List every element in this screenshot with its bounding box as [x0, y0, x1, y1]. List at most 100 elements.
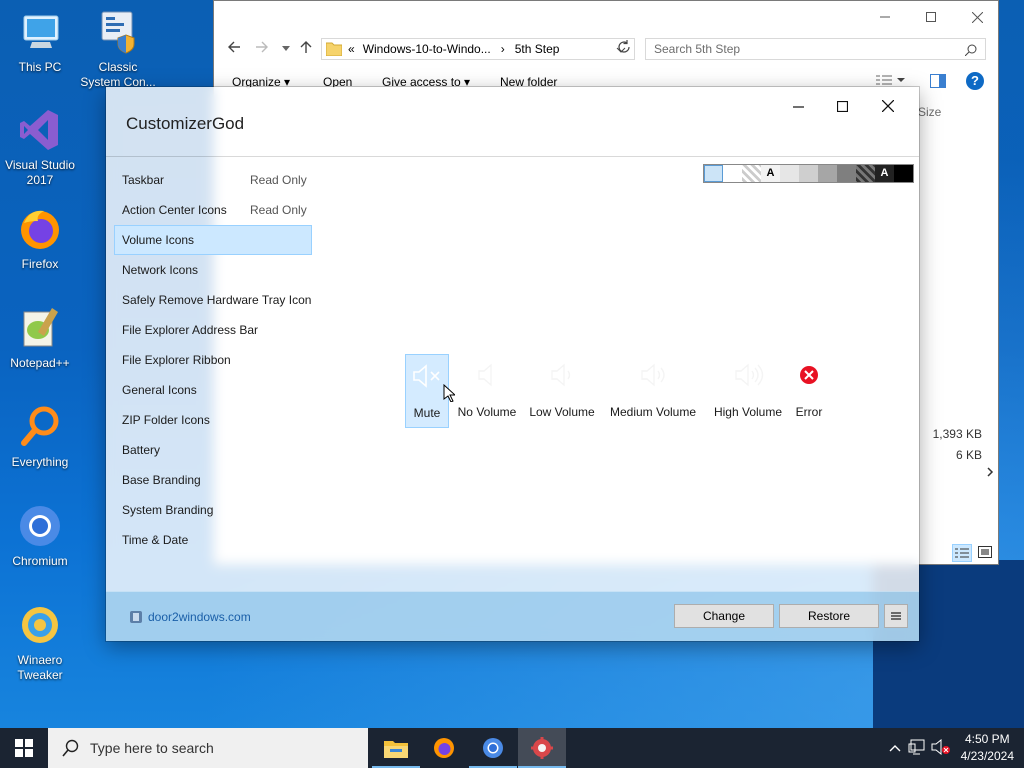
- category-general-icons[interactable]: General Icons: [114, 375, 312, 405]
- back-button[interactable]: [224, 40, 244, 60]
- background-color-picker: A A: [703, 164, 914, 183]
- category-time-date[interactable]: Time & Date: [114, 525, 312, 555]
- taskbar-customizergod[interactable]: [518, 728, 566, 768]
- chevron-right-icon: [987, 467, 994, 477]
- details-view-toggle[interactable]: [952, 544, 972, 562]
- desktop-icon-notepad-plus-plus[interactable]: Notepad++: [0, 304, 80, 371]
- category-network-icons[interactable]: Network Icons: [114, 255, 312, 285]
- error-icon: [800, 366, 818, 384]
- breadcrumb-segment[interactable]: 5th Step: [515, 42, 560, 56]
- volume-icon-error[interactable]: Error: [791, 354, 827, 428]
- maximize-icon: [836, 100, 848, 112]
- category-label: Taskbar: [122, 173, 165, 187]
- arrow-right-icon: [256, 41, 268, 53]
- category-label: ZIP Folder Icons: [122, 413, 210, 427]
- windows-logo-icon: [15, 739, 33, 757]
- desktop-icon-label: Classic System Con...: [80, 60, 156, 89]
- large-icons-view-toggle[interactable]: [976, 544, 996, 562]
- website-link[interactable]: door2windows.com: [128, 609, 251, 625]
- column-header-size[interactable]: Size: [918, 105, 941, 119]
- search-icon: [965, 44, 977, 56]
- desktop-icon-label: Everything: [11, 455, 69, 469]
- menu-button[interactable]: [884, 604, 908, 628]
- up-button[interactable]: [296, 40, 316, 60]
- taskbar-search-box[interactable]: Type here to search: [48, 728, 368, 768]
- breadcrumb-segment[interactable]: Windows-10-to-Windo...: [363, 42, 491, 56]
- taskbar-chromium[interactable]: [469, 728, 517, 768]
- category-file-explorer-address-bar[interactable]: File Explorer Address Bar: [114, 315, 312, 345]
- address-bar[interactable]: « Windows-10-to-Windo... › 5th Step: [321, 38, 635, 60]
- recent-locations-button[interactable]: [276, 40, 296, 60]
- mouse-cursor-icon: [443, 383, 457, 405]
- category-system-branding[interactable]: System Branding: [114, 495, 312, 525]
- category-taskbar[interactable]: Taskbar Read Only: [114, 165, 312, 195]
- explorer-titlebar[interactable]: [214, 1, 998, 33]
- category-base-branding[interactable]: Base Branding: [114, 465, 312, 495]
- volume-icon-label: Mute: [413, 406, 441, 420]
- desktop-icon-label: Winaero Tweaker: [17, 653, 63, 682]
- desktop-icon-winaero-tweaker[interactable]: Winaero Tweaker: [0, 601, 80, 683]
- volume-tray-button[interactable]: [930, 738, 952, 758]
- speaker-medium-icon: [641, 363, 665, 387]
- taskbar-firefox[interactable]: [420, 728, 468, 768]
- network-tray-button[interactable]: [904, 739, 930, 758]
- clock-date: 4/23/2024: [960, 749, 1014, 763]
- scroll-right-button[interactable]: [986, 467, 998, 481]
- explorer-search-input[interactable]: Search 5th Step: [645, 38, 986, 60]
- desktop-icon-classic-system-control[interactable]: Classic System Con...: [78, 8, 158, 90]
- swatch-white[interactable]: [723, 165, 742, 182]
- help-icon[interactable]: ?: [966, 72, 984, 90]
- breadcrumb-overflow[interactable]: «: [348, 42, 355, 56]
- minimize-icon: [880, 16, 890, 18]
- close-button[interactable]: [865, 91, 911, 121]
- desktop-icon-firefox[interactable]: Firefox: [0, 205, 80, 272]
- customizergod-window[interactable]: CustomizerGod Taskbar Read Only Action C…: [106, 87, 919, 641]
- category-label: Base Branding: [122, 473, 201, 487]
- computer-icon: [16, 8, 64, 56]
- door2windows-logo-icon: [130, 611, 142, 623]
- swatch-light-blue[interactable]: [704, 165, 723, 182]
- swatch-gray-1[interactable]: [780, 165, 799, 182]
- close-button[interactable]: [954, 1, 1000, 33]
- preview-pane-button[interactable]: [930, 74, 946, 91]
- restore-button[interactable]: Restore: [779, 604, 879, 628]
- breadcrumb-separator[interactable]: ›: [501, 42, 505, 56]
- swatch-gray-2[interactable]: [799, 165, 818, 182]
- show-hidden-icons-button[interactable]: [886, 741, 904, 755]
- desktop-icon-visual-studio[interactable]: Visual Studio 2017: [0, 106, 80, 188]
- clock[interactable]: 4:50 PM 4/23/2024: [961, 731, 1014, 765]
- category-file-explorer-ribbon[interactable]: File Explorer Ribbon: [114, 345, 312, 375]
- swatch-transparent[interactable]: [742, 165, 761, 182]
- arrow-left-icon: [228, 41, 240, 53]
- desktop-icon-everything[interactable]: Everything: [0, 403, 80, 470]
- category-zip-folder-icons[interactable]: ZIP Folder Icons: [114, 405, 312, 435]
- start-button[interactable]: [0, 728, 48, 768]
- refresh-button[interactable]: [617, 40, 633, 58]
- volume-icon-high-volume[interactable]: High Volume: [707, 354, 789, 428]
- volume-icon-low-volume[interactable]: Low Volume: [527, 354, 597, 428]
- category-volume-icons[interactable]: Volume Icons: [114, 225, 312, 255]
- swatch-black[interactable]: [894, 165, 913, 182]
- swatch-dark-text[interactable]: A: [875, 165, 894, 182]
- maximize-button[interactable]: [908, 1, 954, 33]
- swatch-dark-transparent[interactable]: [856, 165, 875, 182]
- desktop-icon-chromium[interactable]: Chromium: [0, 502, 80, 569]
- minimize-button[interactable]: [862, 1, 908, 33]
- category-battery[interactable]: Battery: [114, 435, 312, 465]
- chevron-up-icon: [889, 745, 901, 752]
- change-button[interactable]: Change: [674, 604, 774, 628]
- category-safely-remove-hardware[interactable]: Safely Remove Hardware Tray Icon: [114, 285, 312, 315]
- maximize-button[interactable]: [819, 91, 865, 121]
- volume-icon-no-volume[interactable]: No Volume: [454, 354, 520, 428]
- category-action-center-icons[interactable]: Action Center Icons Read Only: [114, 195, 312, 225]
- swatch-light-text[interactable]: A: [761, 165, 780, 182]
- system-tray: [886, 728, 952, 768]
- volume-icon-medium-volume[interactable]: Medium Volume: [606, 354, 700, 428]
- swatch-gray-4[interactable]: [837, 165, 856, 182]
- minimize-button[interactable]: [775, 91, 821, 121]
- taskbar-file-explorer[interactable]: [372, 728, 420, 768]
- hamburger-icon: [891, 612, 901, 620]
- desktop-icon-this-pc[interactable]: This PC: [0, 8, 80, 75]
- swatch-gray-3[interactable]: [818, 165, 837, 182]
- forward-button[interactable]: [252, 40, 272, 60]
